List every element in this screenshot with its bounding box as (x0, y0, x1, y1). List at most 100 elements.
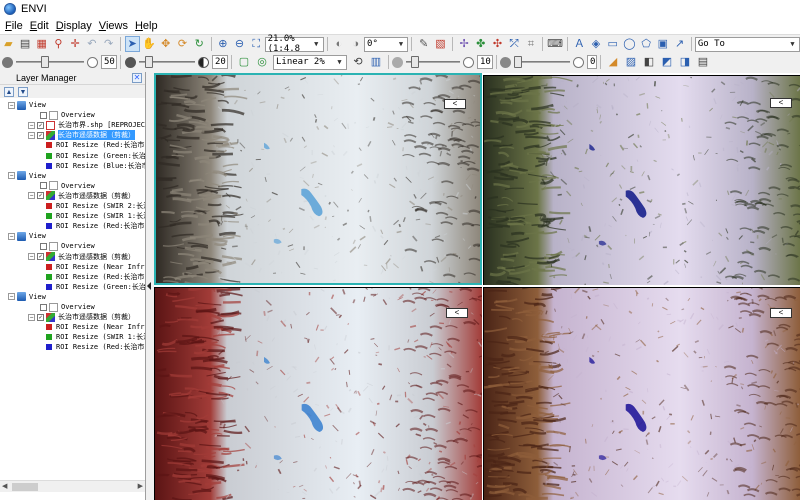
ellipse-annotation-icon[interactable]: ◯ (622, 36, 637, 52)
panel-splitter[interactable] (146, 72, 153, 500)
expand-toggle-icon[interactable]: − (8, 101, 15, 109)
view-nir-swir-composite[interactable]: < (483, 287, 800, 500)
expand-all-icon[interactable]: ▼ (18, 86, 28, 97)
scroll-right-icon[interactable]: ▶ (138, 482, 143, 490)
layer-row-overview[interactable]: Overview (40, 241, 95, 251)
rotation-select[interactable]: 0° ▼ (364, 36, 409, 52)
layer-row-view[interactable]: − View (8, 292, 46, 302)
reset-stretch-icon[interactable]: ⟲ (350, 54, 366, 70)
layer-row-band[interactable]: ROI Resize (Red:长治市 (46, 140, 144, 150)
transparency-field[interactable]: 0 (587, 55, 597, 69)
histogram-icon[interactable]: ▥ (368, 54, 384, 70)
layer-checkbox[interactable] (40, 303, 47, 311)
expand-toggle-icon[interactable]: − (28, 192, 35, 200)
vertex-edit-icon[interactable]: ✣ (490, 36, 505, 52)
layer-row-band[interactable]: ROI Resize (Red:长治市) (46, 342, 145, 352)
close-icon[interactable]: ✕ (132, 73, 142, 83)
refresh-icon[interactable]: ↻ (192, 36, 207, 52)
menu-file[interactable]: File (3, 20, 28, 32)
fly-icon[interactable]: ✥ (158, 36, 173, 52)
fit-to-view-icon[interactable]: ⛶ (249, 36, 264, 52)
blend-icon[interactable]: ◩ (659, 54, 675, 70)
layer-row-view[interactable]: − View (8, 100, 46, 110)
slider-knob[interactable] (145, 56, 153, 68)
view-nir-false-color[interactable]: < (154, 287, 482, 500)
join-icon[interactable]: ⤱ (507, 36, 522, 52)
menu-edit[interactable]: Edit (28, 20, 54, 32)
layer-tree-scrollbar[interactable]: ◀ ▶ (0, 480, 145, 492)
pan-icon[interactable]: ✋ (142, 36, 157, 52)
brightness-field[interactable]: 50 (101, 55, 117, 69)
layer-checkbox[interactable]: ✓ (37, 313, 44, 321)
cursor-value-icon[interactable]: ⚲ (51, 36, 66, 52)
stretch-select[interactable]: Linear 2% ▼ (273, 54, 347, 70)
slider-knob[interactable] (41, 56, 49, 68)
scrollbar-thumb[interactable] (12, 483, 38, 491)
picture-annotation-icon[interactable]: ▣ (656, 36, 671, 52)
layer-row-band[interactable]: ROI Resize (Green:长治i (46, 151, 145, 161)
layer-checkbox[interactable] (40, 182, 47, 190)
layer-row-raster[interactable]: − ✓ 长治市遥感数据（剪裁） (28, 191, 135, 201)
zoom-in-icon[interactable]: ⊕ (215, 36, 230, 52)
layer-checkbox[interactable] (40, 242, 47, 250)
menu-views[interactable]: Views (97, 20, 133, 32)
brightness-slider[interactable] (16, 55, 84, 69)
sharpen-slider[interactable] (406, 55, 460, 69)
image-icon[interactable]: ▨ (623, 54, 639, 70)
layer-row-overview[interactable]: Overview (40, 110, 95, 120)
expand-toggle-icon[interactable]: − (28, 121, 35, 129)
layer-row-band[interactable]: ROI Resize (Red:长治市) (46, 272, 145, 282)
menu-help[interactable]: Help (133, 20, 163, 32)
polygon-annotation-icon[interactable]: ⬠ (639, 36, 654, 52)
expand-toggle-icon[interactable]: − (8, 293, 15, 301)
select-arrow-icon[interactable]: ➤ (124, 36, 140, 52)
layer-checkbox[interactable]: ✓ (37, 253, 44, 260)
transparency-slider[interactable] (514, 55, 570, 69)
data-manager-icon[interactable]: ▦ (34, 36, 49, 52)
view-swir-composite[interactable]: < (483, 75, 800, 285)
chip-view-icon[interactable]: ▢ (236, 54, 252, 70)
crosshair-icon[interactable]: ✛ (68, 36, 83, 52)
slider-knob[interactable] (411, 56, 419, 68)
layer-checkbox[interactable]: ✓ (37, 121, 44, 129)
pixel-locator-icon[interactable]: ◎ (254, 54, 270, 70)
layer-row-band[interactable]: ROI Resize (SWIR 1:长治 (46, 211, 145, 221)
zoom-select[interactable]: 21.0% (1:4.8 ▼ (264, 34, 324, 54)
roi-icon[interactable]: ▧ (433, 36, 448, 52)
collapse-all-icon[interactable]: ▲ (4, 86, 14, 97)
contrast-field[interactable]: 20 (212, 55, 228, 69)
portal-icon[interactable]: ◧ (641, 54, 657, 70)
layer-row-overview[interactable]: Overview (40, 181, 95, 191)
expand-toggle-icon[interactable]: − (28, 253, 35, 260)
layer-row-band[interactable]: ROI Resize (Blue:长治市 (46, 161, 145, 171)
layer-row-overview[interactable]: Overview (40, 302, 95, 312)
graph-icon[interactable]: ◢ (605, 54, 621, 70)
layer-row-vector[interactable]: − ✓ 长治市界.shp [REPROJECT (28, 120, 145, 130)
slider-knob[interactable] (514, 56, 522, 68)
redo-icon[interactable]: ↷ (101, 36, 116, 52)
layer-row-raster[interactable]: − ✓ 长治市遥感数据（剪裁） (28, 252, 135, 262)
goto-field[interactable]: Go To ▼ (694, 36, 800, 52)
expand-toggle-icon[interactable]: − (8, 172, 15, 180)
swipe-icon[interactable]: ▤ (695, 54, 711, 70)
expand-toggle-icon[interactable]: − (8, 232, 15, 240)
save-icon[interactable]: ▤ (18, 36, 33, 52)
text-annotation-icon[interactable]: Ａ (572, 36, 587, 52)
vector-edit-icon[interactable]: ✤ (473, 36, 488, 52)
layer-checkbox[interactable]: ✓ (37, 131, 44, 139)
layer-row-band[interactable]: ROI Resize (SWIR 1:长治 (46, 332, 145, 342)
layer-row-band[interactable]: ROI Resize (Near Infrar (46, 322, 145, 332)
layer-row-raster[interactable]: − ✓ 长治市遥感数据（剪裁） (28, 130, 135, 141)
sharpen-field[interactable]: 10 (477, 55, 493, 69)
menu-display[interactable]: Display (54, 20, 97, 32)
layer-row-view[interactable]: − View (8, 171, 46, 181)
open-icon[interactable]: ▰ (1, 36, 16, 52)
arrow-annotation-icon[interactable]: ↗ (672, 36, 687, 52)
layer-row-band[interactable]: ROI Resize (Near Infrar (46, 262, 145, 272)
layer-row-band[interactable]: ROI Resize (Green:长治i (46, 282, 145, 292)
annotation-icon[interactable]: ✎ (416, 36, 431, 52)
layer-checkbox[interactable] (40, 111, 47, 119)
expand-toggle-icon[interactable]: − (28, 313, 35, 321)
flicker-icon[interactable]: ◨ (677, 54, 693, 70)
measure-icon[interactable]: ⌗ (524, 36, 539, 52)
